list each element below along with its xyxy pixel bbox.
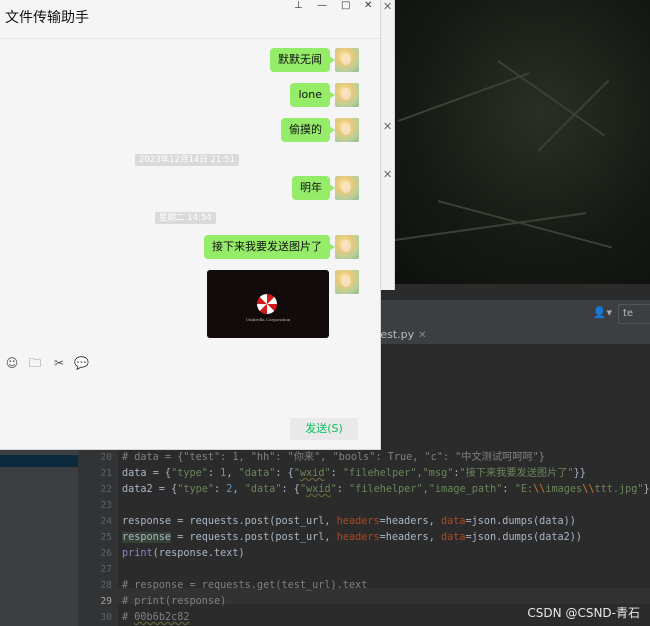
code-line-29[interactable]: # print(response) [122,594,226,610]
message-bubble[interactable]: 明年 [292,176,335,200]
code-line-21[interactable]: data = {"type": 1, "data": {"wxid": "fil… [122,466,586,482]
line-number: 25 [100,532,112,543]
code-line-22[interactable]: data2 = {"type": 2, "data": {"wxid": "fi… [122,482,650,498]
avatar[interactable] [335,176,359,200]
message-bubble[interactable]: 默默无闻 [270,48,335,72]
line-number: 23 [100,500,112,511]
chat-title: 文件传输助手 [5,10,89,26]
title-divider [0,38,380,39]
background-window-edge: ✕ ✕ ✕ [380,0,395,290]
code-line-30[interactable]: # 00b6b2c82 [122,610,189,626]
line-number: 26 [100,548,112,559]
line-number: 27 [100,564,112,575]
close-icon: ✕ [383,168,393,181]
watermark: CSDN @CSND-青石 [527,606,640,620]
line-number: 24 [100,516,112,527]
avatar[interactable] [335,48,359,72]
scissors-icon[interactable]: ✂ [52,356,66,370]
tab-label: test.py [376,328,415,341]
close-icon: ✕ [383,120,393,133]
line-number: 30 [100,612,112,623]
message-input[interactable] [0,374,380,414]
message-bubble[interactable]: lone [290,83,335,107]
close-icon[interactable]: ✕ [364,0,372,12]
avatar[interactable] [335,118,359,142]
ide-toolbar: 👤▾ te [378,300,650,327]
chat-icon[interactable]: 💬 [74,356,89,370]
selected-tree-item[interactable] [0,455,78,467]
umbrella-logo-icon [257,294,277,314]
input-toolbar: ☺ 🗀 ✂ 💬 [0,356,380,372]
code-line-24[interactable]: response = requests.post(post_url, heade… [122,514,576,530]
emoji-icon[interactable]: ☺ [5,356,19,370]
code-line-26[interactable]: print(response.text) [122,546,245,562]
message-bubble[interactable]: 偷摸的 [281,118,335,142]
tab-test-py[interactable]: test.py ✕ [376,326,433,344]
code-line-20[interactable]: # data = {"test": 1, "hh": "你来", "bools"… [122,450,545,466]
code-line-25[interactable]: response = requests.post(post_url, heade… [122,530,582,546]
line-number: 20 [100,452,112,463]
project-panel [0,449,78,626]
folder-icon[interactable]: 🗀 [28,356,42,370]
image-message[interactable]: Umbrella Corporation [207,270,329,338]
run-config-select[interactable]: te [618,304,650,324]
line-number-current: 29 [100,596,112,607]
avatar[interactable] [335,83,359,107]
message-timestamp: 星期二 14:54 [155,212,216,224]
line-number: 21 [100,468,112,479]
close-icon: ✕ [383,0,393,13]
maximize-icon[interactable]: □ [341,0,350,12]
send-button[interactable]: 发送(S) [290,418,358,440]
avatar[interactable] [335,270,359,294]
line-number: 22 [100,484,112,495]
close-icon[interactable]: ✕ [418,330,426,341]
ide-tabbar: test.py ✕ [376,326,650,345]
pin-icon[interactable]: ⊥ [294,0,303,12]
avatar[interactable] [335,235,359,259]
minimize-icon[interactable]: — [317,0,327,12]
message-bubble[interactable]: 接下来我要发送图片了 [204,235,335,259]
user-icon[interactable]: 👤▾ [593,306,612,319]
line-number: 28 [100,580,112,591]
wechat-chat-window: 文件传输助手 ⊥ — □ ✕ 默默无闻 lone 偷摸的 2023年12月14日… [0,0,381,450]
code-line-28[interactable]: # response = requests.get(test_url).text [122,578,367,594]
desktop-wallpaper [378,0,650,284]
image-caption: Umbrella Corporation [245,317,291,322]
message-timestamp: 2023年12月14日 21:51 [135,154,239,166]
